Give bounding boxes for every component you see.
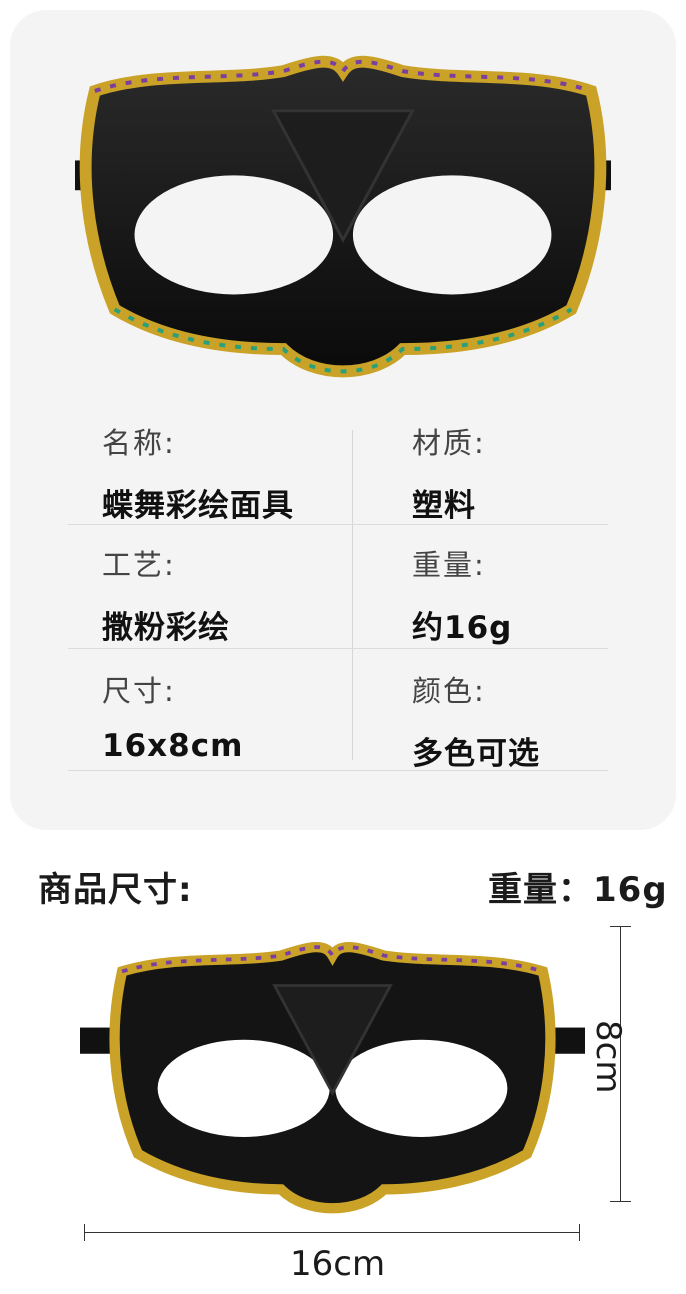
spec-material-value: 塑料 [412,488,476,524]
spec-color: 颜色: 多色可选 [412,668,682,773]
spec-material: 材质: 塑料 [412,420,682,525]
product-image-mask [75,50,611,390]
row-divider [68,524,608,525]
row-divider [68,770,608,771]
spec-craft-label: 工艺: [102,548,176,582]
row-divider [68,648,608,649]
dimensions-title: 商品尺寸: [38,870,193,910]
spec-weight-value: 约16g [412,610,513,646]
spec-weight: 重量: 约16g [412,542,682,647]
spec-material-label: 材质: [412,426,486,460]
spec-name-label: 名称: [102,426,176,460]
spec-size-label: 尺寸: [102,674,176,708]
spec-color-value: 多色可选 [412,736,540,772]
width-label: 16cm [290,1244,386,1284]
spec-name-value: 蝶舞彩绘面具 [102,488,294,524]
spec-craft: 工艺: 撒粉彩绘 [102,542,372,647]
spec-craft-value: 撒粉彩绘 [102,610,230,646]
spec-name: 名称: 蝶舞彩绘面具 [102,420,372,525]
width-dimension-line [84,1224,580,1241]
height-label: 8cm [588,1020,628,1094]
spec-size: 尺寸: 16x8cm [102,668,372,764]
dimension-image-mask [80,938,585,1220]
spec-size-value: 16x8cm [102,728,244,764]
spec-color-label: 颜色: [412,674,486,708]
weight-heading: 重量：16g [488,870,668,910]
spec-weight-label: 重量: [412,548,486,582]
